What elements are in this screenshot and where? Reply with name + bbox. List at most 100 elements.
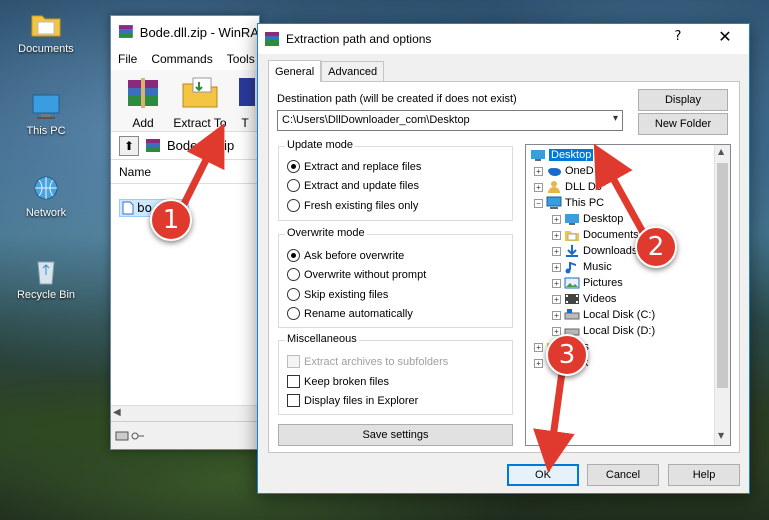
radio-button[interactable] [287, 179, 300, 192]
tree-item-dll-downloader[interactable]: + DLL Do [534, 179, 602, 195]
folder-tree[interactable]: Desktop + OneD + DLL Do − This PC + Desk… [525, 144, 731, 446]
tree-item-label: Pictures [583, 277, 623, 289]
expand-icon[interactable]: + [552, 214, 561, 224]
expand-icon[interactable]: + [534, 358, 543, 368]
expand-icon[interactable]: + [534, 182, 543, 192]
desktop-icon [565, 214, 579, 225]
column-header-name[interactable]: Name [111, 160, 259, 184]
tab-general[interactable]: General [268, 60, 322, 82]
expand-icon[interactable]: + [552, 262, 561, 272]
destination-path-combo[interactable]: C:\Users\DllDownloader_com\Desktop ▾ [277, 110, 623, 131]
desktop-icon-recycle-bin[interactable]: Recycle Bin [6, 256, 86, 301]
checkbox[interactable] [287, 394, 300, 407]
collapse-icon[interactable]: − [534, 198, 543, 208]
chevron-down-icon[interactable]: ▾ [613, 113, 618, 124]
new-folder-button[interactable]: New Folder [638, 113, 728, 135]
radio-ask-before-overwrite[interactable]: Ask before overwrite [287, 249, 404, 262]
radio-extract-update[interactable]: Extract and update files [287, 179, 419, 192]
radio-overwrite-without-prompt[interactable]: Overwrite without prompt [287, 268, 426, 281]
address-path[interactable]: Bode.dll.zip [167, 138, 234, 153]
extract-to-button[interactable]: Extract To [171, 74, 229, 130]
desktop-icon-label: Recycle Bin [16, 289, 76, 301]
menu-tools[interactable]: Tools [227, 52, 255, 66]
tree-item-label: DLL Do [565, 181, 602, 193]
radio-button[interactable] [287, 307, 300, 320]
tree-item-desktop[interactable]: Desktop [530, 147, 594, 163]
add-button[interactable]: Add [121, 74, 165, 130]
tree-item-onedrive[interactable]: + OneD [534, 163, 594, 179]
checkbox-keep-broken-files[interactable]: Keep broken files [287, 375, 389, 388]
tree-item-documents[interactable]: + Documents [552, 227, 639, 243]
save-settings-button[interactable]: Save settings [278, 424, 513, 446]
checkbox-extract-to-subfolders: Extract archives to subfolders [287, 355, 448, 368]
radio-extract-replace[interactable]: Extract and replace files [287, 160, 421, 173]
tree-item-this-pc[interactable]: − This PC [534, 195, 604, 211]
ok-button[interactable]: OK [507, 464, 579, 486]
dll-file-icon [122, 201, 134, 215]
winrar-toolbar: Add Extract To T [111, 70, 259, 132]
extract-to-label: Extract To [173, 116, 227, 130]
expand-icon[interactable]: + [552, 230, 561, 240]
radio-button[interactable] [287, 268, 300, 281]
help-button[interactable]: Help [668, 464, 740, 486]
option-label: Overwrite without prompt [304, 268, 427, 281]
tree-item-pc-desktop[interactable]: + Desktop [552, 211, 623, 227]
test-label: T [241, 116, 249, 130]
scroll-down-icon[interactable]: ▼ [718, 431, 724, 440]
menu-file[interactable]: File [118, 52, 137, 66]
scroll-left-icon[interactable]: ◀ [113, 407, 121, 418]
expand-icon[interactable]: + [552, 294, 561, 304]
horizontal-scrollbar[interactable]: ◀ [111, 405, 259, 421]
expand-icon[interactable]: + [534, 166, 543, 176]
help-icon[interactable]: ? [664, 29, 692, 49]
tab-advanced[interactable]: Advanced [321, 61, 385, 82]
scroll-up-icon[interactable]: ▲ [718, 147, 724, 156]
radio-fresh-existing[interactable]: Fresh existing files only [287, 199, 418, 212]
winrar-title-bar: Bode.dll.zip - WinRA [111, 16, 259, 48]
expand-icon[interactable]: + [552, 246, 561, 256]
general-tab-page: Destination path (will be created if doe… [268, 81, 740, 453]
tree-item-music[interactable]: + Music [552, 259, 612, 275]
cancel-button[interactable]: Cancel [587, 464, 659, 486]
update-mode-group: Update mode Extract and replace files Ex… [278, 139, 513, 221]
checkbox[interactable] [287, 375, 300, 388]
expand-icon[interactable]: + [552, 310, 561, 320]
scrollbar-thumb[interactable] [717, 163, 728, 388]
tree-item-local-disk-c[interactable]: + Local Disk (C:) [552, 307, 655, 323]
expand-icon[interactable]: + [552, 278, 561, 288]
desktop-icon-documents[interactable]: Documents [6, 10, 86, 55]
tree-vertical-scrollbar[interactable]: ▲ ▼ [714, 145, 730, 445]
radio-button[interactable] [287, 249, 300, 262]
tree-item-pictures[interactable]: + Pictures [552, 275, 623, 291]
tree-item-label: Documents [583, 229, 639, 241]
radio-button[interactable] [287, 288, 300, 301]
expand-icon[interactable]: + [534, 342, 543, 352]
menu-commands[interactable]: Commands [151, 52, 212, 66]
radio-button[interactable] [287, 199, 300, 212]
desktop-icon-this-pc[interactable]: This PC [6, 92, 86, 137]
tree-item-label: Desktop [583, 213, 624, 225]
option-label: Ask before overwrite [304, 249, 405, 262]
tree-item-downloads[interactable]: + Downloads [552, 243, 637, 259]
desktop-icon-network[interactable]: Network [6, 174, 86, 219]
dialog-tabs: General Advanced [268, 60, 385, 82]
up-arrow-icon: ⬆ [123, 138, 135, 153]
display-button[interactable]: Display [638, 89, 728, 111]
winrar-app-icon [265, 32, 279, 46]
close-icon[interactable]: ✕ [708, 27, 742, 49]
winrar-status-bar [111, 421, 259, 449]
dialog-title: Extraction path and options [286, 32, 432, 46]
checkbox-display-in-explorer[interactable]: Display files in Explorer [287, 394, 418, 407]
tree-item-label: Desktop [549, 149, 594, 161]
pictures-icon [564, 277, 580, 289]
tree-item-videos[interactable]: + Videos [552, 291, 616, 307]
radio-button[interactable] [287, 160, 300, 173]
computer-icon [546, 196, 562, 209]
desktop-icon-label: Network [25, 207, 67, 219]
radio-rename-automatically[interactable]: Rename automatically [287, 307, 413, 320]
up-folder-button[interactable]: ⬆ [119, 135, 139, 156]
drive-key-icon [115, 431, 144, 440]
winrar-app-icon [118, 25, 133, 38]
test-button[interactable]: T [235, 74, 255, 130]
radio-skip-existing[interactable]: Skip existing files [287, 288, 388, 301]
